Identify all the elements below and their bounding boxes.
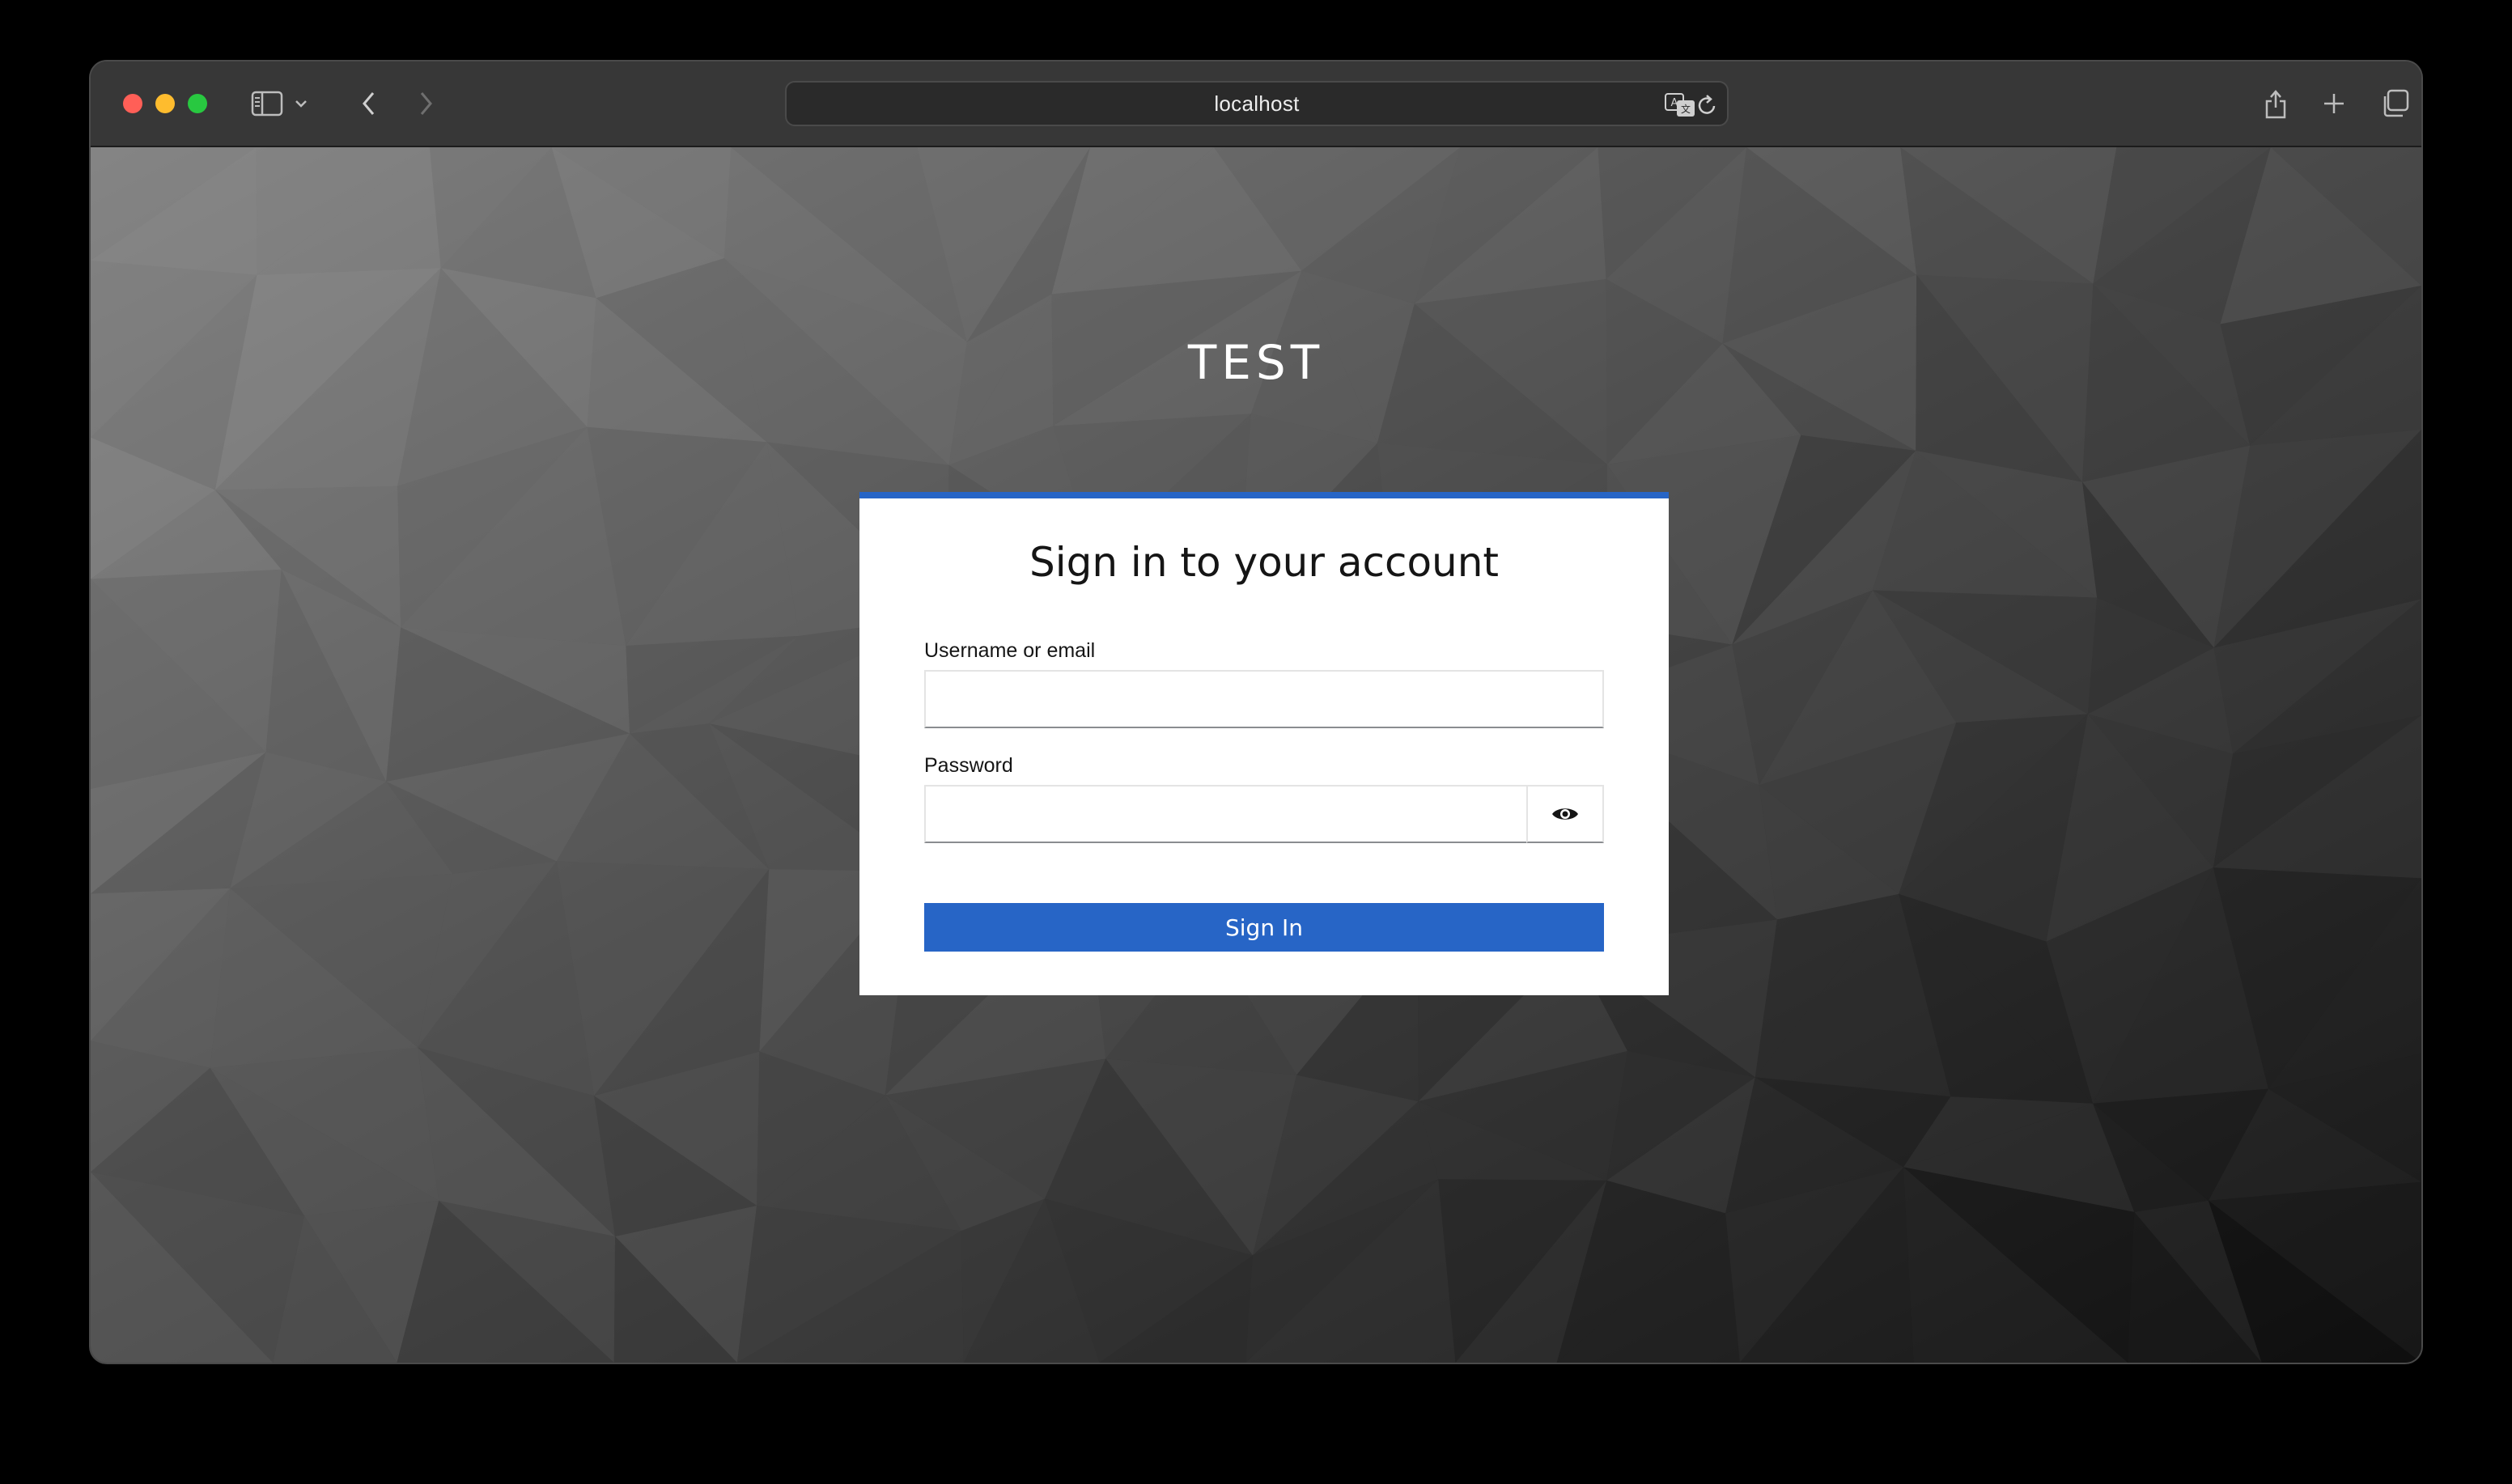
username-label: Username or email	[924, 639, 1096, 662]
browser-toolbar: localhost A 文	[91, 61, 2421, 147]
card-title: Sign in to your account	[1029, 539, 1500, 586]
tabs-icon[interactable]	[2374, 83, 2417, 125]
share-icon[interactable]	[2255, 83, 2297, 125]
password-field	[924, 785, 1604, 843]
show-password-button[interactable]	[1526, 785, 1604, 843]
reload-icon[interactable]	[1691, 89, 1724, 121]
username-field[interactable]	[924, 670, 1604, 728]
close-window-button[interactable]	[123, 94, 142, 113]
eye-icon	[1552, 808, 1578, 820]
address-bar[interactable]: localhost A 文	[785, 81, 1729, 126]
plus-icon[interactable]	[2313, 83, 2355, 125]
password-input-wrapper[interactable]	[924, 785, 1528, 843]
password-label: Password	[924, 754, 1013, 777]
realm-title: TEST	[1187, 335, 1325, 390]
page-viewport: TEST Sign in to your account Username or…	[91, 147, 2421, 1363]
minimize-window-button[interactable]	[155, 94, 175, 113]
browser-window: localhost A 文 TEST Sign in to your accou…	[91, 61, 2421, 1363]
address-text: localhost	[1214, 91, 1300, 116]
forward-arrow-icon[interactable]	[405, 83, 447, 125]
svg-text:文: 文	[1681, 103, 1691, 115]
username-input[interactable]	[926, 672, 1602, 727]
sign-in-button[interactable]: Sign In	[924, 903, 1604, 952]
zoom-window-button[interactable]	[188, 94, 207, 113]
password-input[interactable]	[926, 787, 1526, 842]
login-card: Sign in to your account Username or emai…	[859, 492, 1669, 995]
chevron-down-icon[interactable]	[290, 83, 312, 125]
sidebar-icon[interactable]	[246, 83, 288, 125]
back-arrow-icon[interactable]	[348, 83, 390, 125]
